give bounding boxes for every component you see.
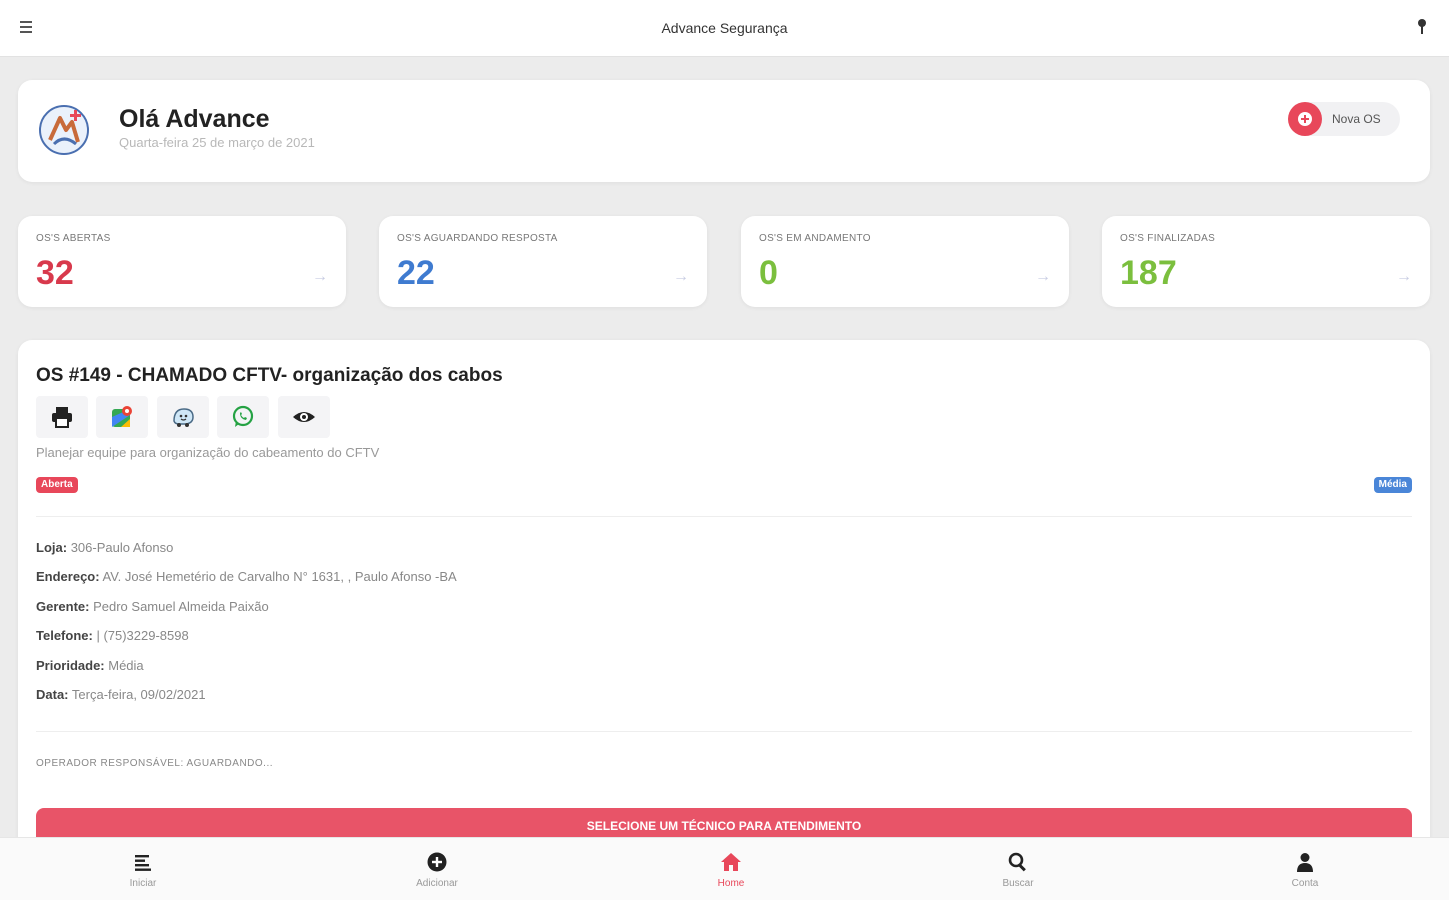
waze-icon	[173, 408, 194, 427]
greeting-date: Quarta-feira 25 de março de 2021	[119, 135, 315, 150]
plus-circle-icon	[427, 852, 447, 872]
nav-tab-label: Iniciar	[129, 878, 157, 889]
nav-tab-home[interactable]: Home	[671, 838, 791, 900]
detail-value[interactable]: | (75)3229-8598	[96, 628, 188, 643]
detail-row-date: Data: Terça-feira, 09/02/2021	[36, 687, 457, 716]
detail-row-priority: Prioridade: Média	[36, 658, 457, 687]
operator-status: OPERADOR RESPONSÁVEL: AGUARDANDO...	[36, 758, 273, 769]
detail-label: Prioridade:	[36, 657, 105, 673]
detail-row-manager: Gerente: Pedro Samuel Almeida Paixão	[36, 599, 457, 628]
app-title: Advance Segurança	[661, 20, 788, 36]
nav-tab-conta[interactable]: Conta	[1245, 838, 1365, 900]
greeting-card: Olá Advance Quarta-feira 25 de março de …	[18, 80, 1430, 182]
pin-icon[interactable]	[1415, 18, 1429, 38]
detail-label: Telefone:	[36, 628, 93, 644]
stat-label: OS'S EM ANDAMENTO	[759, 233, 871, 244]
detail-row-address: Endereço: AV. José Hemetério de Carvalho…	[36, 569, 457, 598]
divider	[36, 516, 1412, 517]
nav-tab-iniciar[interactable]: Iniciar	[83, 838, 203, 900]
eye-icon	[292, 412, 315, 422]
whatsapp-button[interactable]	[217, 396, 270, 438]
home-icon	[721, 853, 741, 871]
detail-value: Pedro Samuel Almeida Paixão	[93, 598, 269, 614]
company-logo	[38, 104, 90, 156]
detail-row-store: Loja: 306-Paulo Afonso	[36, 540, 457, 569]
stat-value: 32	[36, 254, 74, 292]
detail-value: AV. José Hemetério de Carvalho N° 1631, …	[102, 569, 457, 585]
top-app-bar: Advance Segurança	[0, 0, 1449, 57]
priority-badge: Média	[1373, 477, 1412, 493]
waze-button[interactable]	[156, 396, 209, 438]
nav-tab-buscar[interactable]: Buscar	[958, 838, 1078, 900]
print-icon	[52, 407, 72, 428]
new-os-label: Nova OS	[1332, 112, 1381, 126]
nav-tab-label: Conta	[1291, 878, 1319, 889]
stat-card-open[interactable]: OS'S ABERTAS 32 →	[18, 216, 346, 307]
view-button[interactable]	[277, 396, 330, 438]
order-action-toolbar	[36, 396, 334, 438]
maps-button[interactable]	[96, 396, 149, 438]
stat-value: 22	[397, 254, 435, 292]
stat-card-finished[interactable]: OS'S FINALIZADAS 187 →	[1102, 216, 1430, 307]
divider	[36, 731, 1412, 732]
detail-value: Terça-feira, 09/02/2021	[71, 686, 206, 702]
stat-label: OS'S ABERTAS	[36, 233, 111, 244]
stat-value: 187	[1120, 254, 1177, 292]
order-title: OS #149 - CHAMADO CFTV- organização dos …	[36, 365, 503, 386]
stat-card-awaiting[interactable]: OS'S AGUARDANDO RESPOSTA 22 →	[379, 216, 707, 307]
detail-value: 306-Paulo Afonso	[70, 540, 174, 555]
plus-icon	[1288, 102, 1322, 136]
new-os-button[interactable]: Nova OS	[1288, 102, 1400, 136]
stat-label: OS'S AGUARDANDO RESPOSTA	[397, 233, 558, 244]
stat-value: 0	[759, 254, 778, 292]
bottom-navigation: Iniciar Adicionar Home Buscar Conta	[0, 837, 1449, 900]
detail-label: Loja:	[36, 540, 68, 555]
detail-label: Data:	[36, 686, 69, 702]
maps-icon	[112, 406, 133, 427]
nav-tab-label: Adicionar	[416, 878, 458, 889]
nav-tab-label: Home	[717, 878, 745, 889]
arrow-right-icon: →	[312, 268, 328, 285]
detail-label: Gerente:	[36, 598, 90, 614]
user-icon	[1297, 853, 1313, 872]
search-icon	[1008, 852, 1026, 872]
detail-label: Endereço:	[36, 569, 100, 585]
status-badge: Aberta	[36, 477, 78, 493]
detail-row-phone: Telefone: | (75)3229-8598	[36, 628, 457, 657]
whatsapp-icon	[233, 405, 254, 427]
arrow-right-icon: →	[1035, 268, 1051, 285]
detail-value: Média	[108, 657, 144, 673]
greeting-title: Olá Advance	[119, 105, 270, 133]
order-description: Planejar equipe para organização do cabe…	[36, 445, 380, 460]
arrow-right-icon: →	[673, 268, 689, 285]
stat-label: OS'S FINALIZADAS	[1120, 233, 1216, 244]
nav-tab-adicionar[interactable]: Adicionar	[377, 838, 497, 900]
arrow-right-icon: →	[1396, 268, 1412, 285]
print-button[interactable]	[36, 396, 88, 438]
stat-card-in-progress[interactable]: OS'S EM ANDAMENTO 0 →	[741, 216, 1069, 307]
service-order-card: OS #149 - CHAMADO CFTV- organização dos …	[18, 340, 1430, 870]
nav-tab-label: Buscar	[1002, 878, 1034, 889]
list-icon	[135, 855, 151, 871]
order-details: Loja: 306-Paulo Afonso Endereço: AV. Jos…	[36, 540, 457, 716]
